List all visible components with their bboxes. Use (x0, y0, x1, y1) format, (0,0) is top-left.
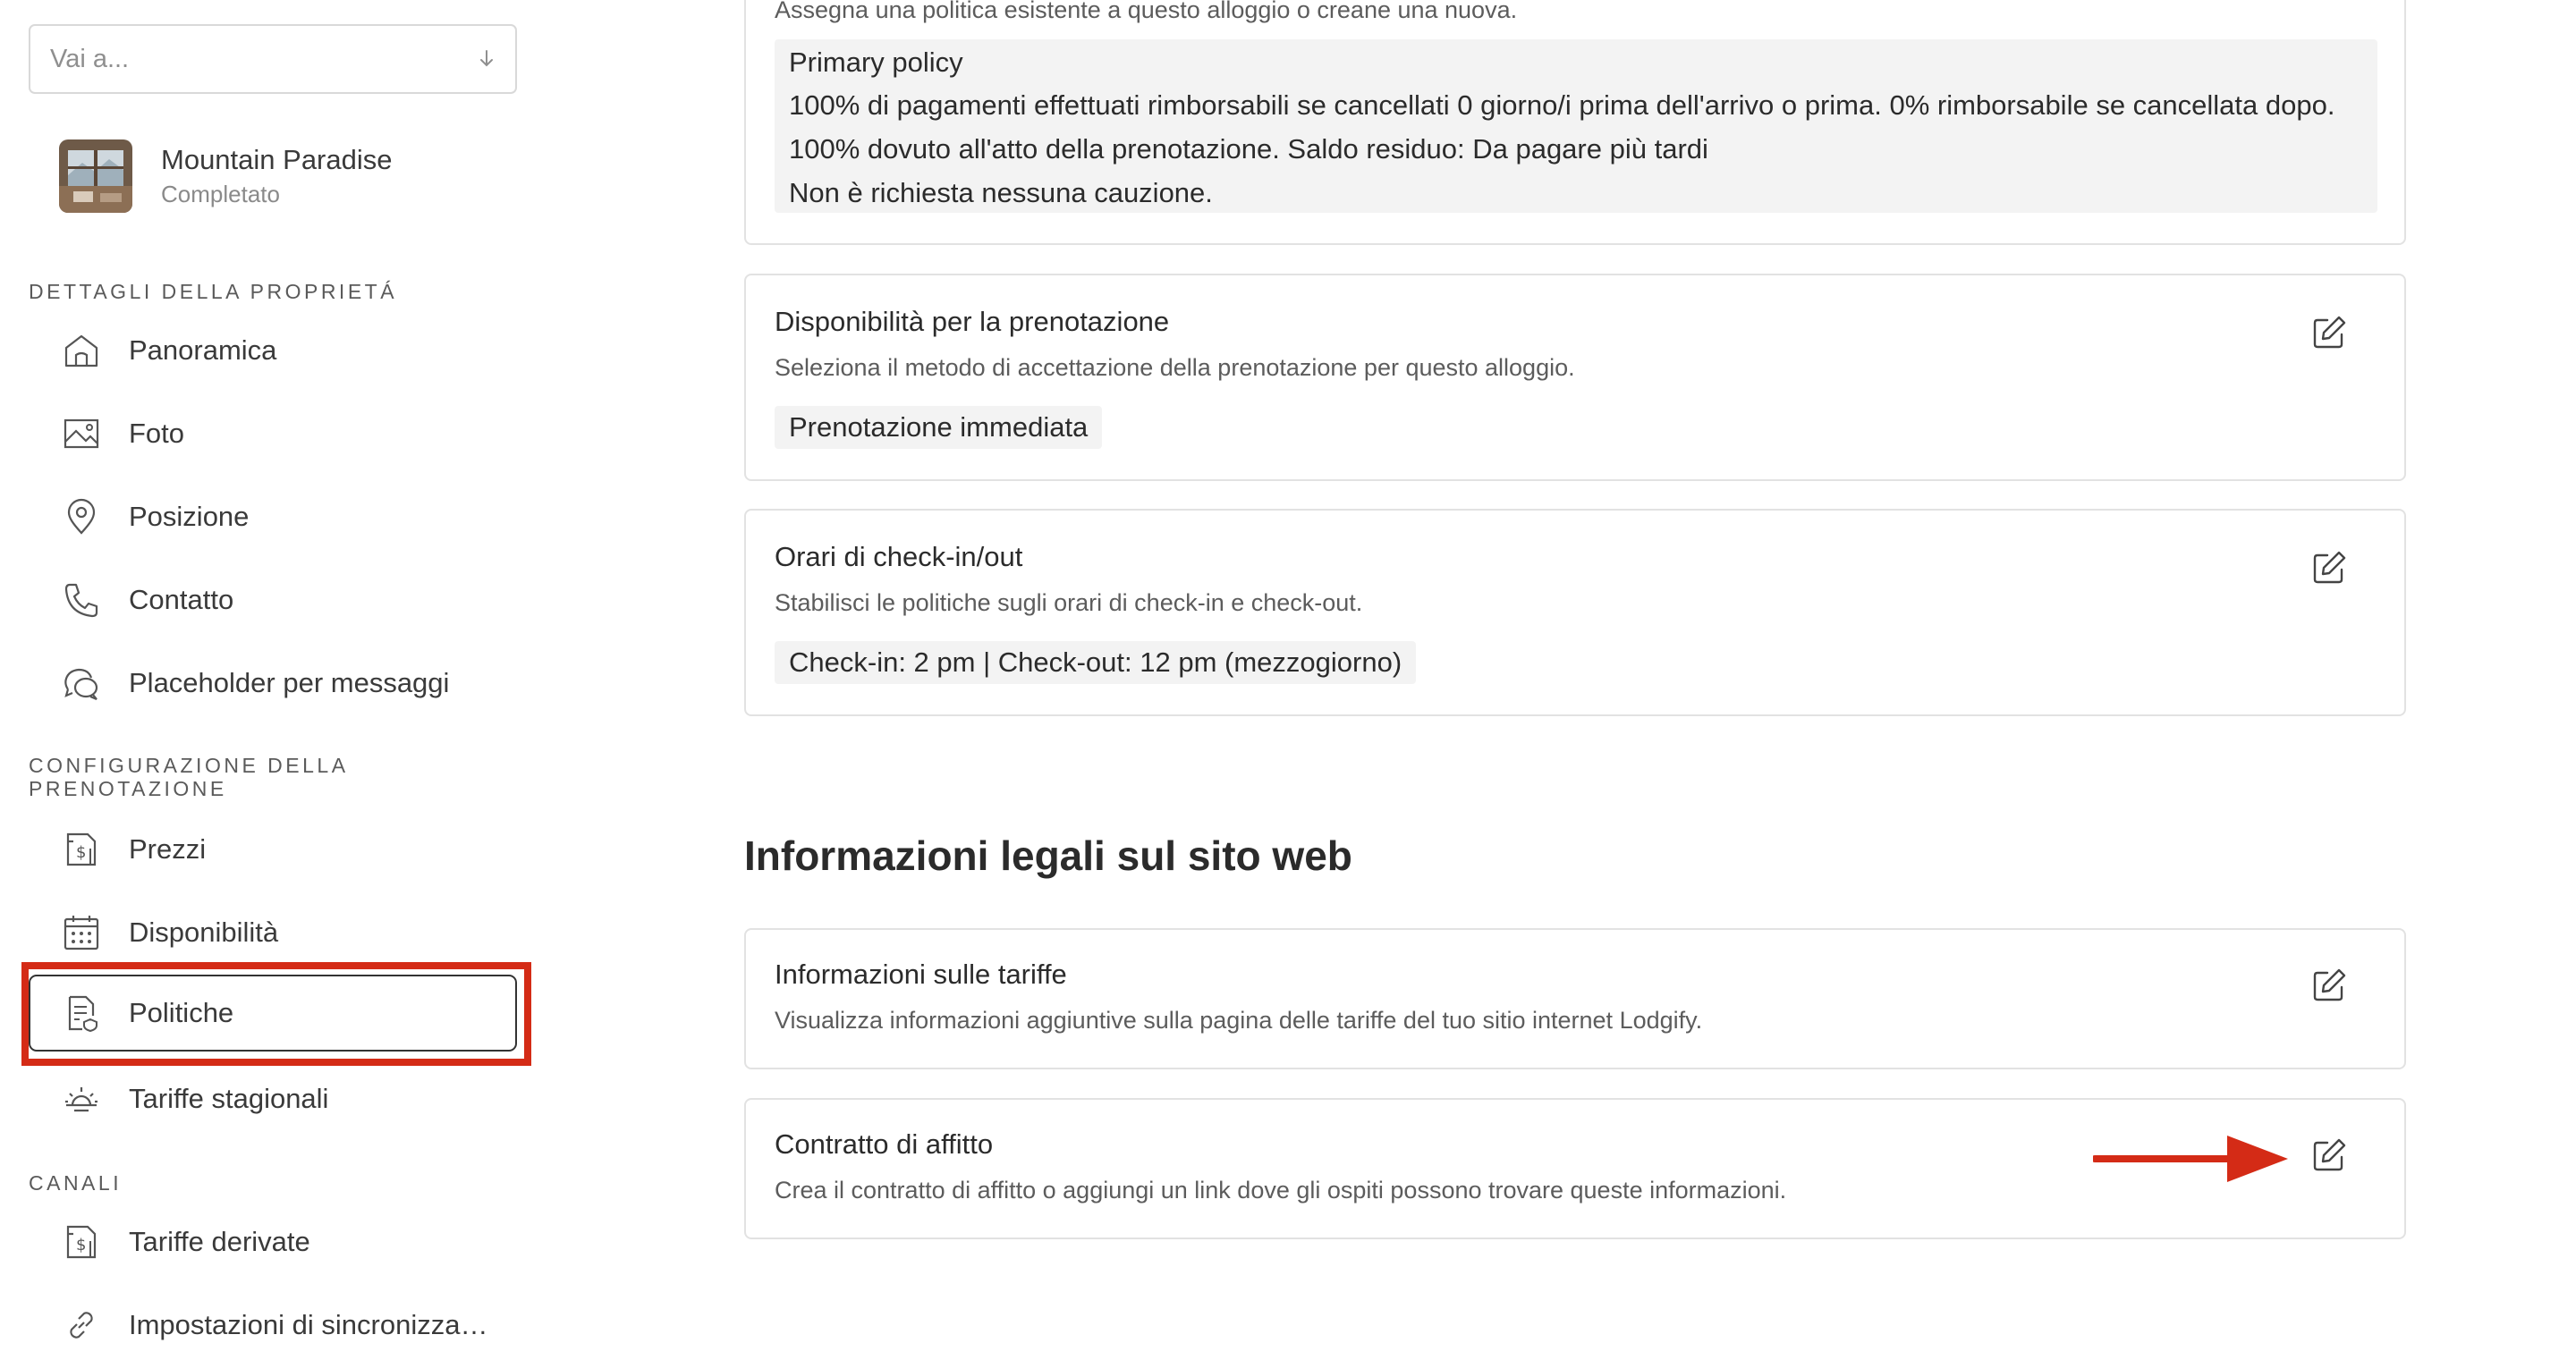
sidebar-item-label: Tariffe stagionali (129, 1083, 329, 1114)
sidebar-item-panoramica[interactable]: Panoramica (29, 316, 517, 385)
edit-icon[interactable] (2309, 1136, 2349, 1175)
sidebar-item-label: Panoramica (129, 334, 277, 366)
section-title-property-details: DETTAGLI DELLA PROPRIETÁ (29, 280, 398, 303)
policy-deposit: Non è richiesta nessuna cauzione. (789, 177, 1213, 208)
property-header[interactable]: Mountain Paradise Completato (59, 139, 393, 213)
sidebar-item-label: Foto (129, 418, 185, 449)
card-description: Crea il contratto di affitto o aggiungi … (775, 1177, 1787, 1204)
calendar-icon (61, 912, 102, 953)
cancellation-policy-card: Assegna una politica esistente a questo … (744, 0, 2406, 245)
goto-dropdown[interactable]: Vai a... (29, 24, 517, 94)
section-title-channels: CANALI (29, 1171, 123, 1195)
property-status: Completato (161, 181, 280, 207)
policy-name: Primary policy (789, 46, 963, 78)
sidebar-item-posizione[interactable]: Posizione (29, 482, 517, 552)
sidebar-item-label: Posizione (129, 501, 250, 532)
sidebar-item-label: Placeholder per messaggi (129, 667, 450, 698)
svg-text:$: $ (76, 843, 86, 862)
policy-payment: 100% dovuto all'atto della prenotazione.… (789, 133, 1708, 165)
chat-bubbles-icon (61, 663, 102, 704)
sidebar-item-tariffe-stagionali[interactable]: Tariffe stagionali (29, 1064, 517, 1134)
sidebar-item-placeholder-messaggi[interactable]: Placeholder per messaggi (29, 648, 517, 718)
sidebar-item-foto[interactable]: Foto (29, 399, 517, 469)
highlight-box (21, 962, 531, 1066)
sidebar-item-label: Impostazioni di sincronizza… (129, 1309, 488, 1340)
image-icon (61, 413, 102, 454)
price-tag-icon: $ (61, 829, 102, 870)
property-thumbnail (59, 139, 132, 213)
card-title: Contratto di affitto (775, 1128, 994, 1160)
price-tag-icon: $ (61, 1221, 102, 1263)
policy-summary: Primary policy 100% di pagamenti effettu… (775, 39, 2377, 213)
policy-refund: 100% di pagamenti effettuati rimborsabil… (789, 89, 2335, 121)
card-title: Orari di check-in/out (775, 541, 1023, 572)
sidebar-item-contatto[interactable]: Contatto (29, 565, 517, 635)
phone-icon (61, 579, 102, 621)
home-icon (61, 330, 102, 371)
annotation-arrow-icon (2093, 1136, 2288, 1182)
card-title: Disponibilità per la prenotazione (775, 306, 1170, 337)
svg-text:$: $ (76, 1236, 86, 1254)
card-description: Seleziona il metodo di accettazione dell… (775, 354, 1575, 381)
link-icon (61, 1305, 102, 1346)
edit-icon[interactable] (2309, 313, 2349, 352)
goto-placeholder: Vai a... (50, 44, 130, 73)
edit-icon[interactable] (2309, 548, 2349, 587)
checkin-times-value: Check-in: 2 pm | Check-out: 12 pm (mezzo… (775, 641, 1417, 684)
arrow-down-icon (478, 47, 496, 71)
sidebar-item-tariffe-derivate[interactable]: $ Tariffe derivate (29, 1207, 517, 1277)
checkin-times-card: Orari di check-in/out Stabilisci le poli… (744, 509, 2406, 716)
card-title: Informazioni sulle tariffe (775, 959, 1067, 990)
property-name: Mountain Paradise (161, 144, 393, 175)
card-intro: Assegna una politica esistente a questo … (775, 0, 1518, 23)
booking-availability-card: Disponibilità per la prenotazione Selezi… (744, 274, 2406, 481)
sun-icon (61, 1078, 102, 1119)
location-pin-icon (61, 496, 102, 537)
sidebar-item-impostazioni-sincronizzazione[interactable]: Impostazioni di sincronizza… (29, 1290, 517, 1360)
rates-info-card: Informazioni sulle tariffe Visualizza in… (744, 928, 2406, 1069)
sidebar-item-prezzi[interactable]: $ Prezzi (29, 815, 517, 884)
sidebar-item-label: Tariffe derivate (129, 1226, 310, 1257)
sidebar-item-label: Contatto (129, 584, 234, 615)
card-description: Visualizza informazioni aggiuntive sulla… (775, 1007, 1703, 1034)
booking-method-value: Prenotazione immediata (775, 406, 1103, 449)
card-description: Stabilisci le politiche sugli orari di c… (775, 589, 1363, 616)
edit-icon[interactable] (2309, 966, 2349, 1005)
sidebar-item-disponibilita[interactable]: Disponibilità (29, 898, 517, 967)
section-title-booking-config: CONFIGURAZIONE DELLA PRENOTAZIONE (29, 754, 348, 800)
sidebar-item-label: Prezzi (129, 833, 207, 865)
section-heading-legal: Informazioni legali sul sito web (744, 832, 1352, 879)
sidebar-item-label: Disponibilità (129, 917, 279, 948)
